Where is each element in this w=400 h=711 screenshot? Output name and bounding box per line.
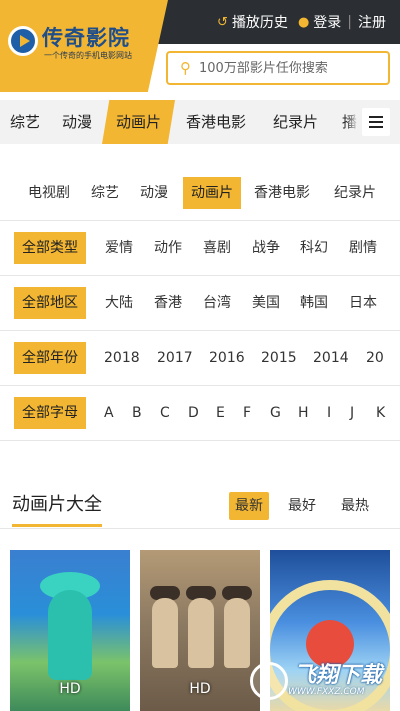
type-option[interactable]: 科幻 (300, 232, 328, 264)
year-option[interactable]: 2016 (209, 342, 245, 374)
letter-filter-row: 全部字母 A B C D E F G H I J K (0, 386, 400, 441)
catnav-item[interactable]: 动漫 (62, 100, 92, 144)
menu-icon[interactable] (362, 108, 390, 136)
year-option[interactable]: 20 (366, 342, 384, 374)
link-divider: | (347, 14, 352, 30)
history-icon: ↺ (217, 14, 228, 30)
region-option[interactable]: 美国 (252, 287, 280, 319)
channel-filter-row: 电视剧 综艺 动漫 动画片 香港电影 纪录片 (0, 166, 400, 221)
year-filter-row: 全部年份 2018 2017 2016 2015 2014 20 (0, 331, 400, 386)
year-all-button[interactable]: 全部年份 (14, 342, 86, 374)
region-option[interactable]: 日本 (349, 287, 377, 319)
watermark-url: WWW.FXXZ.COM (288, 687, 365, 697)
logo[interactable]: 传奇影院 一个传奇的手机电影网站 (0, 0, 168, 92)
channel-option[interactable]: 纪录片 (334, 177, 376, 209)
type-option[interactable]: 剧情 (349, 232, 377, 264)
poster-art (152, 598, 178, 668)
letter-option[interactable]: B (132, 397, 142, 429)
region-option[interactable]: 台湾 (203, 287, 231, 319)
type-option[interactable]: 喜剧 (203, 232, 231, 264)
search-icon[interactable]: ⚲ (180, 59, 191, 77)
type-option[interactable]: 爱情 (105, 232, 133, 264)
history-link[interactable]: 播放历史 (232, 12, 288, 32)
channel-option[interactable]: 电视剧 (28, 177, 70, 209)
site-header: 传奇影院 一个传奇的手机电影网站 ↺ 播放历史 ● 登录 | 注册 ⚲ (0, 0, 400, 92)
region-option[interactable]: 香港 (154, 287, 182, 319)
year-option[interactable]: 2018 (104, 342, 140, 374)
channel-option[interactable]: 动漫 (140, 177, 168, 209)
year-option[interactable]: 2014 (313, 342, 349, 374)
letter-option[interactable]: G (270, 397, 281, 429)
letter-option[interactable]: E (216, 397, 225, 429)
type-option[interactable]: 动作 (154, 232, 182, 264)
type-option[interactable]: 战争 (252, 232, 280, 264)
catnav-item[interactable]: 播 (342, 100, 357, 144)
region-option[interactable]: 大陆 (105, 287, 133, 319)
user-icon: ● (297, 14, 310, 30)
logo-title: 传奇影院 (42, 25, 130, 50)
letter-option[interactable]: D (188, 397, 199, 429)
category-nav: 综艺 动漫 动画片 香港电影 纪录片 播 (0, 100, 400, 144)
channel-option[interactable]: 香港电影 (254, 177, 310, 209)
top-links: ↺ 播放历史 ● 登录 | 注册 (217, 11, 386, 33)
type-all-button[interactable]: 全部类型 (14, 232, 86, 264)
letter-option[interactable]: K (376, 397, 385, 429)
catnav-item[interactable]: 纪录片 (273, 100, 318, 144)
movie-poster[interactable]: HD (10, 550, 130, 711)
register-link[interactable]: 注册 (358, 12, 386, 32)
sort-tab-best[interactable]: 最好 (288, 492, 316, 520)
poster-art (224, 598, 250, 668)
region-all-button[interactable]: 全部地区 (14, 287, 86, 319)
type-filter-row: 全部类型 爱情 动作 喜剧 战争 科幻 剧情 (0, 221, 400, 276)
sort-tab-newest[interactable]: 最新 (229, 492, 269, 520)
play-logo-icon (8, 26, 38, 56)
poster-art (48, 590, 92, 680)
channel-option[interactable]: 综艺 (91, 177, 119, 209)
hd-badge: HD (59, 681, 81, 697)
letter-option[interactable]: F (243, 397, 251, 429)
region-option[interactable]: 韩国 (300, 287, 328, 319)
search-bar[interactable]: ⚲ (166, 51, 390, 85)
letter-option[interactable]: I (327, 397, 331, 429)
movie-poster[interactable]: HD (140, 550, 260, 711)
letter-all-button[interactable]: 全部字母 (14, 397, 86, 429)
letter-option[interactable]: A (104, 397, 114, 429)
letter-option[interactable]: C (160, 397, 170, 429)
year-option[interactable]: 2017 (157, 342, 193, 374)
letter-option[interactable]: J (350, 397, 354, 429)
region-filter-row: 全部地区 大陆 香港 台湾 美国 韩国 日本 (0, 276, 400, 331)
search-input[interactable] (199, 60, 369, 76)
letter-option[interactable]: H (298, 397, 309, 429)
channel-option-active[interactable]: 动画片 (183, 177, 241, 209)
sort-tab-hottest[interactable]: 最热 (341, 492, 369, 520)
section-title: 动画片大全 (12, 490, 102, 527)
catnav-item[interactable]: 综艺 (10, 100, 40, 144)
year-option[interactable]: 2015 (261, 342, 297, 374)
watermark-title: 飞翔下载 (294, 663, 383, 688)
login-link[interactable]: 登录 (313, 12, 341, 32)
poster-art (188, 598, 214, 668)
catnav-item[interactable]: 香港电影 (186, 100, 246, 144)
watermark: 飞翔下载 WWW.FXXZ.COM (250, 655, 395, 707)
hd-badge: HD (189, 681, 211, 697)
catnav-item-active[interactable]: 动画片 (102, 100, 176, 144)
watermark-logo-icon (250, 662, 288, 700)
section-divider (0, 528, 400, 529)
logo-slogan: 一个传奇的手机电影网站 (44, 51, 132, 60)
